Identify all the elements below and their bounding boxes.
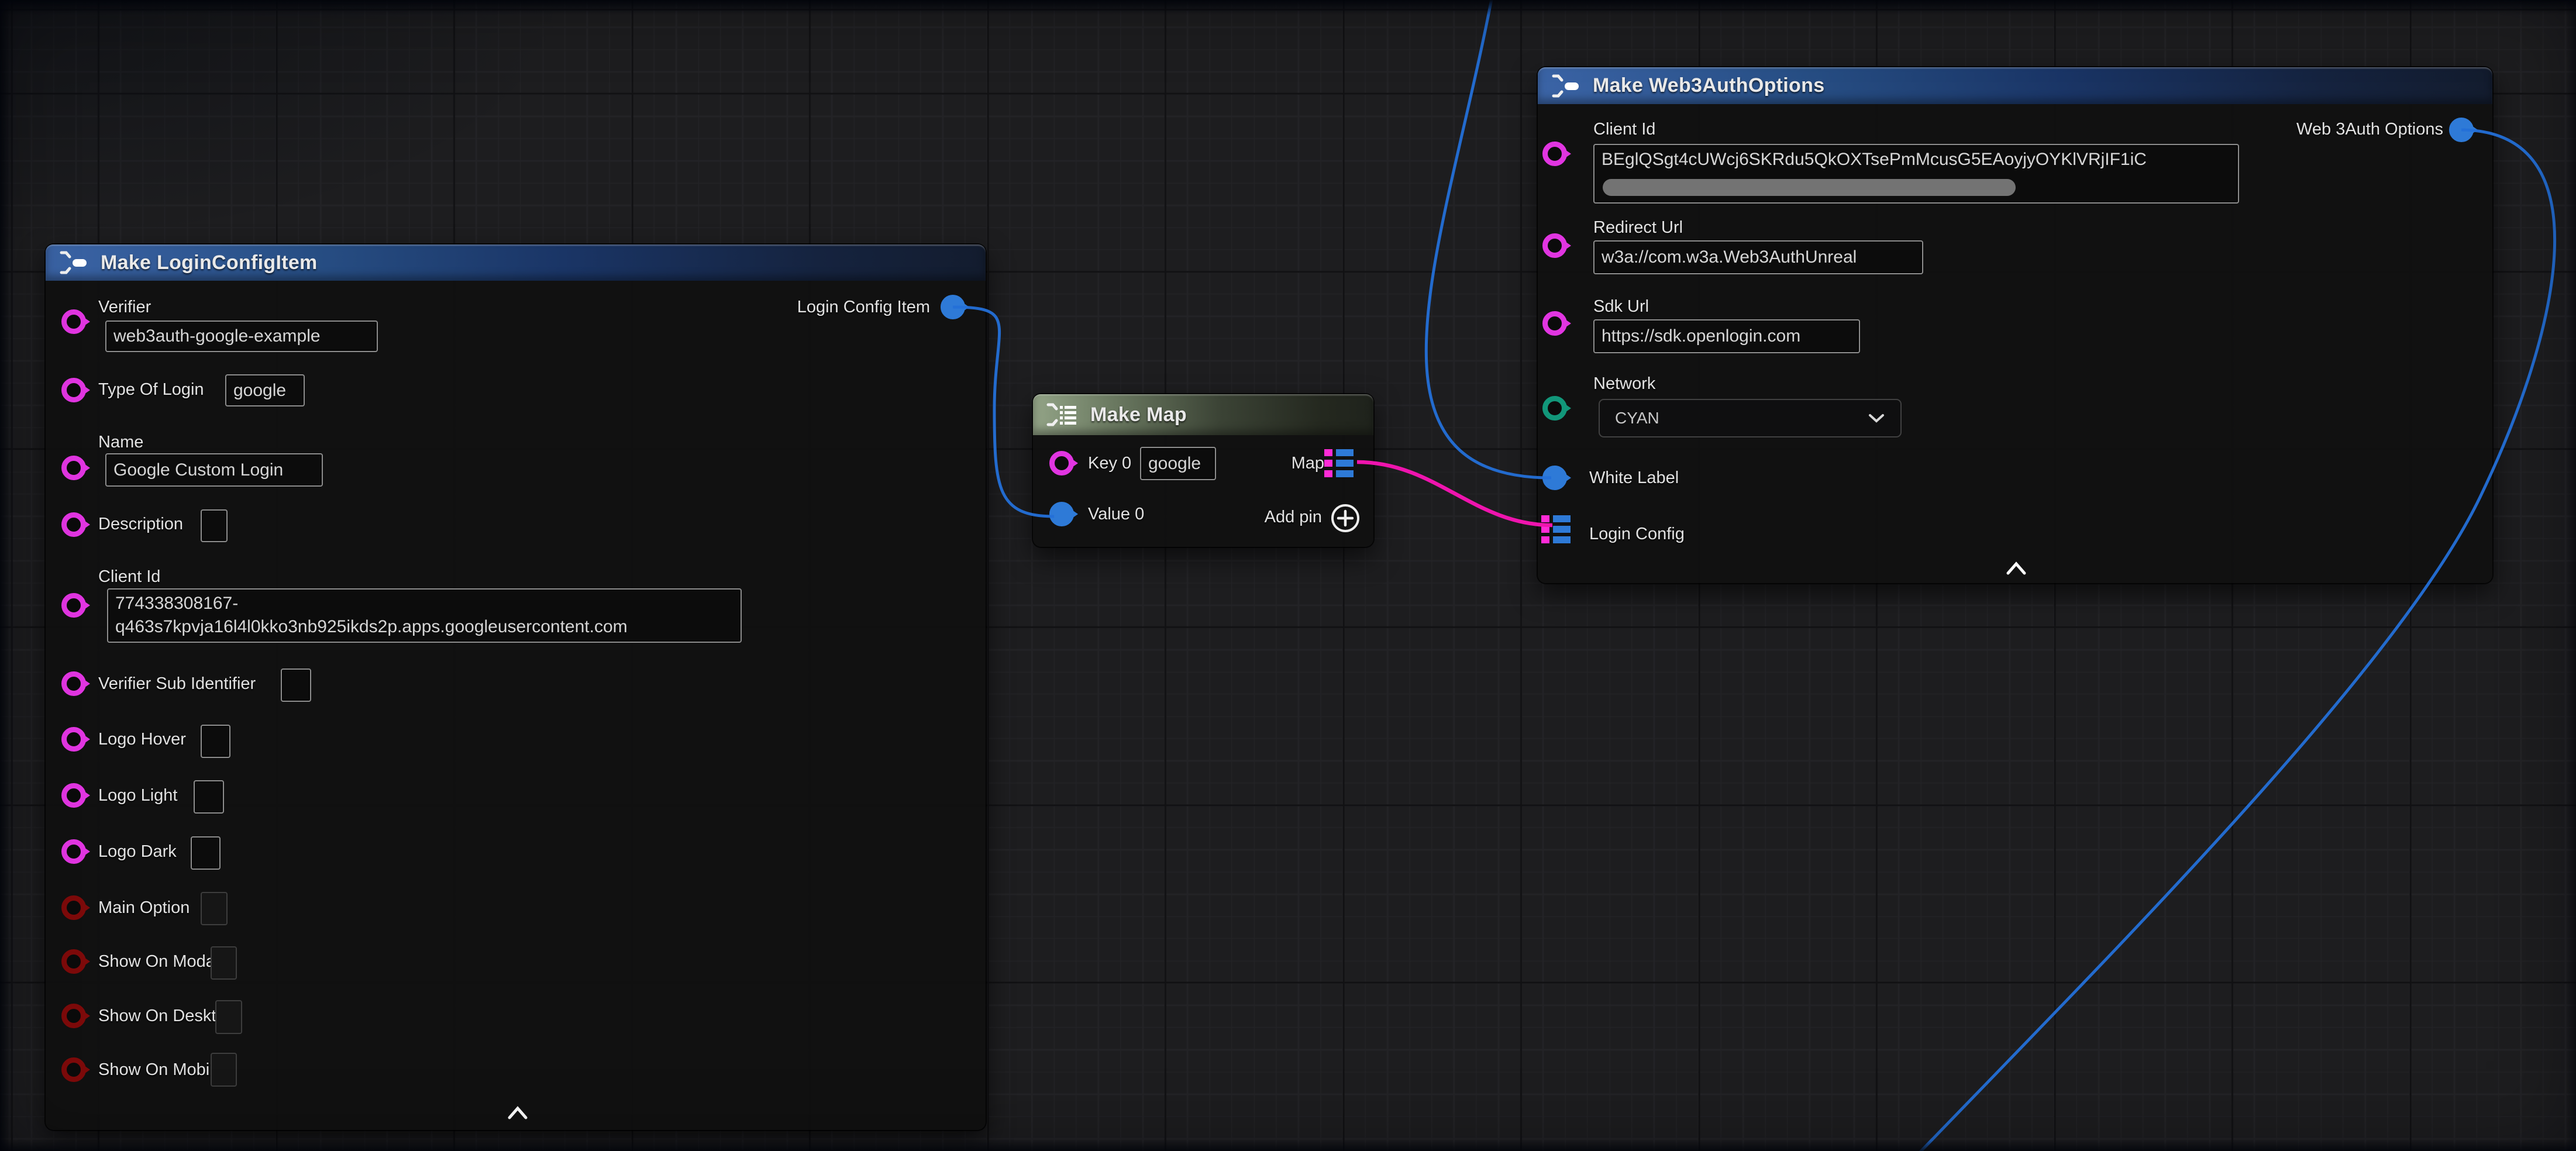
client-id-line1: 774338308167- <box>115 592 733 615</box>
description-input[interactable] <box>201 509 228 542</box>
node-make-map[interactable]: Make Map Key 0 google Map Value 0 Add pi… <box>1033 394 1373 547</box>
wire-map-to-loginconfig <box>1357 462 1552 525</box>
pin-label-sdk-url: Sdk Url <box>1593 296 1649 317</box>
pin-label-verifier-sub-identifier: Verifier Sub Identifier <box>98 673 256 694</box>
wire-offscreen-to-whitelabel <box>1426 0 1551 478</box>
input-pin-white-label[interactable] <box>1542 466 1567 490</box>
chevron-down-icon <box>1868 413 1885 423</box>
key0-input[interactable]: google <box>1140 447 1216 480</box>
show-on-mobile-checkbox[interactable] <box>211 1053 237 1087</box>
name-input[interactable]: Google Custom Login <box>105 453 323 487</box>
pin-label-client-id: Client Id <box>1593 119 1655 140</box>
redirect-url-input[interactable]: w3a://com.w3a.Web3AuthUnreal <box>1593 240 1923 274</box>
pin-label-login-config: Login Config <box>1589 523 1685 545</box>
network-dropdown[interactable]: CYAN <box>1599 399 1902 437</box>
collapse-chevron-up-icon[interactable] <box>507 1106 528 1120</box>
pin-label-client-id: Client Id <box>98 566 160 587</box>
input-pin-name[interactable] <box>61 456 86 480</box>
node-title: Make Web3AuthOptions <box>1593 74 1824 97</box>
client-id-line2: q463s7kpvja16l4l0kko3nb925ikds2p.apps.go… <box>115 615 733 639</box>
type-of-login-value: google <box>233 379 286 402</box>
verifier-sub-identifier-input[interactable] <box>281 668 311 702</box>
pin-label-login-config-item: Login Config Item <box>797 297 930 318</box>
pin-label-network: Network <box>1593 373 1655 394</box>
pin-label-logo-dark: Logo Dark <box>98 841 177 862</box>
pin-label-description: Description <box>98 514 183 535</box>
node-title: Make LoginConfigItem <box>101 251 318 274</box>
add-pin-label: Add pin <box>1265 506 1322 528</box>
input-pin-show-on-modal[interactable] <box>61 949 86 974</box>
node-make-web3authoptions[interactable]: Make Web3AuthOptions Web 3Auth Options C… <box>1538 67 2492 583</box>
verifier-input[interactable]: web3auth-google-example <box>105 321 378 352</box>
node-header-make-map[interactable]: Make Map <box>1033 394 1373 435</box>
blueprint-graph-canvas[interactable]: Make LoginConfigItem Login Config Item V… <box>0 0 2576 1151</box>
pin-label-show-on-mobile: Show On Mobile <box>98 1059 223 1080</box>
input-pin-client-id[interactable] <box>61 593 86 618</box>
node-title: Make Map <box>1090 404 1187 426</box>
network-selected-value: CYAN <box>1615 409 1659 428</box>
pin-label-value0: Value 0 <box>1088 504 1144 525</box>
input-pin-key0[interactable] <box>1049 451 1074 475</box>
input-pin-logo-light[interactable] <box>61 783 86 808</box>
output-pin-login-config-item[interactable] <box>941 295 965 319</box>
pin-label-logo-hover: Logo Hover <box>98 729 186 750</box>
pin-label-white-label: White Label <box>1589 467 1679 488</box>
input-pin-network[interactable] <box>1542 396 1567 421</box>
output-pin-web3auth-options[interactable] <box>2449 118 2474 142</box>
name-value: Google Custom Login <box>113 459 283 482</box>
input-pin-login-config[interactable] <box>1541 515 1571 543</box>
logo-light-input[interactable] <box>194 780 224 814</box>
show-on-modal-checkbox[interactable] <box>211 946 237 980</box>
input-pin-logo-dark[interactable] <box>61 839 86 864</box>
input-pin-verifier-sub-identifier[interactable] <box>61 671 86 696</box>
input-pin-show-on-mobile[interactable] <box>61 1057 86 1082</box>
pin-label-key0: Key 0 <box>1088 453 1131 474</box>
node-make-loginconfigitem[interactable]: Make LoginConfigItem Login Config Item V… <box>46 244 986 1130</box>
input-pin-show-on-desktop[interactable] <box>61 1004 86 1028</box>
input-pin-sdk-url[interactable] <box>1542 311 1567 336</box>
pin-label-verifier: Verifier <box>98 297 151 318</box>
pin-label-map: Map <box>1292 453 1324 474</box>
collapse-chevron-up-icon[interactable] <box>2006 561 2027 576</box>
pin-label-main-option: Main Option <box>98 897 190 918</box>
input-pin-value0[interactable] <box>1049 502 1074 526</box>
key0-value: google <box>1148 452 1201 475</box>
logo-dark-input[interactable] <box>191 836 221 870</box>
add-pin-icon[interactable] <box>1330 503 1361 533</box>
input-pin-client-id[interactable] <box>1542 142 1567 166</box>
main-option-checkbox[interactable] <box>201 892 228 925</box>
logo-hover-input[interactable] <box>201 725 230 758</box>
make-map-icon <box>1046 401 1079 428</box>
pin-label-show-on-modal: Show On Modal <box>98 951 219 972</box>
show-on-desktop-checkbox[interactable] <box>215 1000 242 1034</box>
client-id-scrollbar[interactable] <box>1603 179 2016 196</box>
node-header-make-loginconfigitem[interactable]: Make LoginConfigItem <box>46 244 986 281</box>
client-id-value: BEglQSgt4cUWcj6SKRdu5QkOXTsePmMcusG5EAoy… <box>1602 148 2147 171</box>
input-pin-verifier[interactable] <box>61 309 86 334</box>
input-pin-description[interactable] <box>61 512 86 537</box>
input-pin-type-of-login[interactable] <box>61 378 86 402</box>
client-id-input[interactable]: BEglQSgt4cUWcj6SKRdu5QkOXTsePmMcusG5EAoy… <box>1593 144 2239 204</box>
make-struct-icon <box>58 250 89 275</box>
verifier-value: web3auth-google-example <box>113 325 321 348</box>
input-pin-main-option[interactable] <box>61 895 86 920</box>
pin-label-show-on-desktop: Show On Desktop <box>98 1005 235 1026</box>
sdk-url-value: https://sdk.openlogin.com <box>1602 325 1800 348</box>
client-id-input[interactable]: 774338308167- q463s7kpvja16l4l0kko3nb925… <box>107 588 742 643</box>
output-pin-map[interactable] <box>1324 449 1354 477</box>
pin-label-type-of-login: Type Of Login <box>98 379 204 400</box>
redirect-url-value: w3a://com.w3a.Web3AuthUnreal <box>1602 246 1857 269</box>
make-struct-icon <box>1551 73 1581 99</box>
pin-label-web3auth-options: Web 3Auth Options <box>2296 119 2443 140</box>
input-pin-logo-hover[interactable] <box>61 727 86 752</box>
node-header-make-web3authoptions[interactable]: Make Web3AuthOptions <box>1538 67 2492 104</box>
pin-label-name: Name <box>98 432 143 453</box>
pin-label-logo-light: Logo Light <box>98 785 177 806</box>
pin-label-redirect-url: Redirect Url <box>1593 217 1683 238</box>
type-of-login-input[interactable]: google <box>225 374 305 406</box>
input-pin-redirect-url[interactable] <box>1542 233 1567 258</box>
sdk-url-input[interactable]: https://sdk.openlogin.com <box>1593 319 1860 353</box>
